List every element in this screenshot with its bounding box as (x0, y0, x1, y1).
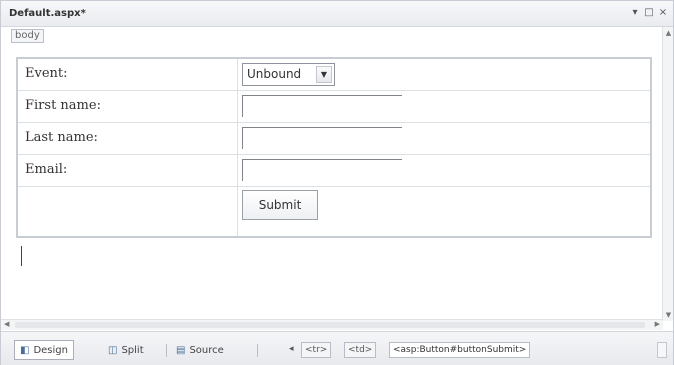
scroll-thumb[interactable] (15, 322, 645, 328)
source-view-icon: ▤ (176, 344, 186, 356)
source-tab[interactable]: ▤ Source (171, 340, 229, 360)
status-bar: ◧ Design ◫ Split ▤ Source ◂ <tr> <td> <a… (1, 331, 673, 365)
divider (257, 344, 258, 357)
design-tab[interactable]: ◧ Design (14, 340, 74, 360)
status-bar-end-button[interactable] (657, 342, 667, 358)
divider (166, 344, 167, 357)
event-dropdown-value: Unbound (247, 67, 302, 81)
scroll-up-icon[interactable]: ▲ (664, 29, 673, 37)
tag-path-td[interactable]: <td> (344, 342, 377, 358)
document-tab-bar: Default.aspx* ▾ □ × (1, 1, 673, 27)
label-cell (18, 187, 238, 236)
event-dropdown[interactable]: Unbound ▼ (242, 63, 335, 86)
event-row: Event: Unbound ▼ (18, 59, 650, 91)
split-view-icon: ◫ (108, 344, 118, 356)
tag-path-button[interactable]: <asp:Button#buttonSubmit> (389, 342, 531, 358)
last-name-row: Last name: (18, 123, 650, 155)
last-name-textbox[interactable] (242, 127, 402, 149)
chevron-down-icon[interactable]: ▼ (316, 66, 332, 83)
last-name-label: Last name: (25, 130, 98, 145)
tag-path-tr[interactable]: <tr> (301, 342, 332, 358)
body-tag-indicator[interactable]: body (11, 29, 44, 43)
source-tab-label: Source (189, 344, 224, 356)
horizontal-scrollbar[interactable]: ◀ ▶ (1, 319, 663, 330)
path-back-icon[interactable]: ◂ (289, 344, 294, 354)
split-tab-label: Split (121, 344, 144, 356)
scroll-left-icon[interactable]: ◀ (4, 320, 9, 328)
scroll-down-icon[interactable]: ▼ (664, 311, 673, 319)
email-row: Email: (18, 155, 650, 187)
design-view-icon: ◧ (20, 344, 30, 356)
close-icon[interactable]: × (657, 6, 669, 20)
email-label: Email: (25, 162, 68, 177)
first-name-row: First name: (18, 91, 650, 123)
label-cell: Last name: (18, 123, 238, 154)
restore-icon[interactable]: □ (643, 6, 655, 20)
editor-window: Default.aspx* ▾ □ × body Event: Unbound … (0, 0, 674, 365)
vertical-scrollbar[interactable]: ▲ ▼ (662, 27, 673, 321)
first-name-textbox[interactable] (242, 95, 402, 117)
label-cell: Email: (18, 155, 238, 186)
window-controls: ▾ □ × (629, 6, 669, 20)
scroll-right-icon[interactable]: ▶ (655, 320, 660, 328)
design-tab-label: Design (33, 344, 68, 356)
form-table[interactable]: Event: Unbound ▼ First name: Last name: (16, 57, 652, 238)
document-title[interactable]: Default.aspx* (9, 8, 86, 19)
design-surface[interactable]: Event: Unbound ▼ First name: Last name: (1, 44, 663, 319)
dropdown-icon[interactable]: ▾ (629, 6, 641, 20)
submit-row: Submit (18, 187, 650, 236)
label-cell: Event: (18, 59, 238, 90)
first-name-label: First name: (25, 98, 101, 113)
label-cell: First name: (18, 91, 238, 122)
email-textbox[interactable] (242, 159, 402, 181)
text-caret (21, 246, 22, 266)
split-tab[interactable]: ◫ Split (103, 340, 149, 360)
event-label: Event: (25, 66, 68, 81)
submit-button[interactable]: Submit (242, 190, 318, 220)
